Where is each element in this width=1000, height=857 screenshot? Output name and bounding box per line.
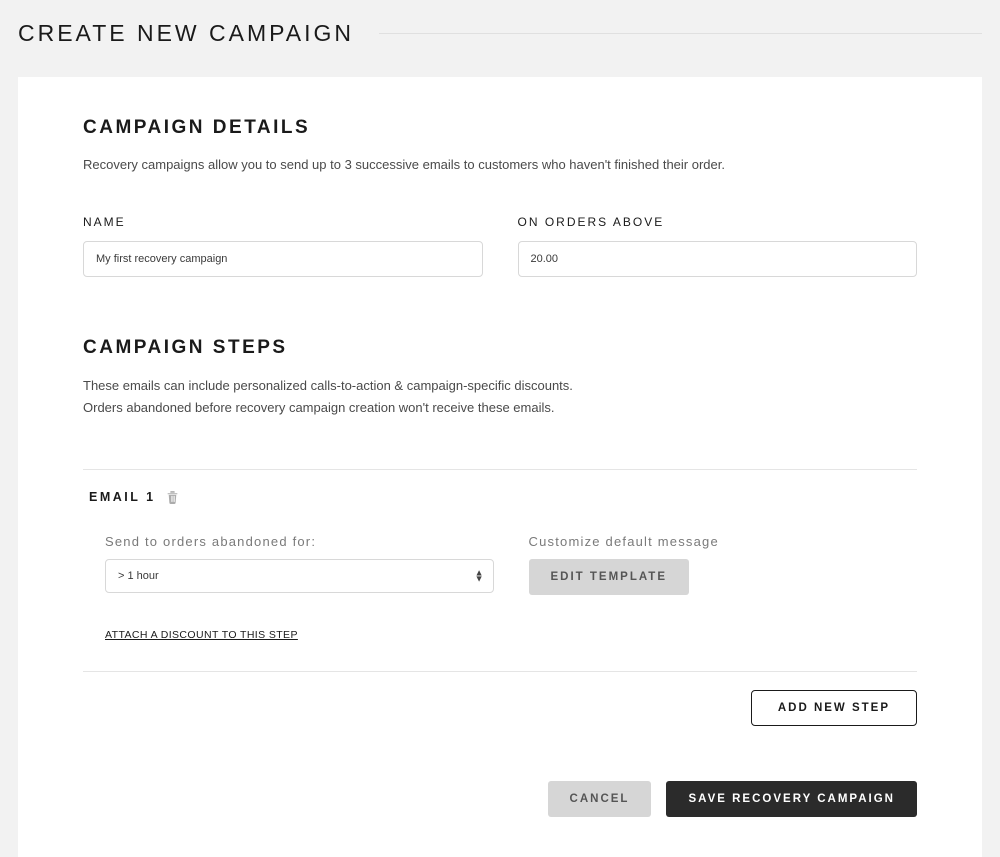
orders-above-label: ON ORDERS ABOVE [518, 215, 918, 229]
cancel-button[interactable]: CANCEL [548, 781, 652, 817]
email-step-1: EMAIL 1 Send to orders abandoned for: > … [83, 490, 917, 671]
steps-description-line1: These emails can include personalized ca… [83, 375, 917, 397]
step-top-divider [83, 469, 917, 470]
edit-template-button[interactable]: EDIT TEMPLATE [529, 559, 690, 595]
step-bottom-divider [83, 671, 917, 672]
attach-discount-link[interactable]: ATTACH A DISCOUNT TO THIS STEP [105, 629, 298, 641]
steps-description-line2: Orders abandoned before recovery campaig… [83, 397, 917, 419]
email-step-content: Send to orders abandoned for: > 1 hour ▲… [89, 534, 917, 595]
duration-select-wrap: > 1 hour ▲▼ [105, 559, 494, 593]
email-step-title: EMAIL 1 [89, 490, 156, 504]
duration-column: Send to orders abandoned for: > 1 hour ▲… [105, 534, 494, 595]
page-header: CREATE NEW CAMPAIGN [0, 0, 1000, 77]
add-new-step-button[interactable]: ADD NEW STEP [751, 690, 917, 726]
orders-above-input[interactable] [518, 241, 918, 277]
header-divider [379, 33, 982, 34]
customize-column: Customize default message EDIT TEMPLATE [529, 534, 918, 595]
duration-select[interactable]: > 1 hour [105, 559, 494, 593]
details-heading: CAMPAIGN DETAILS [83, 117, 917, 139]
add-step-row: ADD NEW STEP [83, 690, 917, 726]
details-fields-row: NAME ON ORDERS ABOVE [83, 215, 917, 277]
customize-label: Customize default message [529, 534, 918, 549]
delete-step-icon[interactable] [166, 490, 179, 504]
name-label: NAME [83, 215, 483, 229]
send-label: Send to orders abandoned for: [105, 534, 494, 549]
orders-above-field: ON ORDERS ABOVE [518, 215, 918, 277]
name-input[interactable] [83, 241, 483, 277]
name-field: NAME [83, 215, 483, 277]
steps-description: These emails can include personalized ca… [83, 375, 917, 419]
campaign-card: CAMPAIGN DETAILS Recovery campaigns allo… [18, 77, 982, 857]
email-step-header: EMAIL 1 [89, 490, 917, 504]
details-description: Recovery campaigns allow you to send up … [83, 155, 917, 175]
page-title: CREATE NEW CAMPAIGN [18, 20, 354, 47]
form-actions: CANCEL SAVE RECOVERY CAMPAIGN [83, 781, 917, 817]
steps-heading: CAMPAIGN STEPS [83, 337, 917, 359]
save-button[interactable]: SAVE RECOVERY CAMPAIGN [666, 781, 917, 817]
